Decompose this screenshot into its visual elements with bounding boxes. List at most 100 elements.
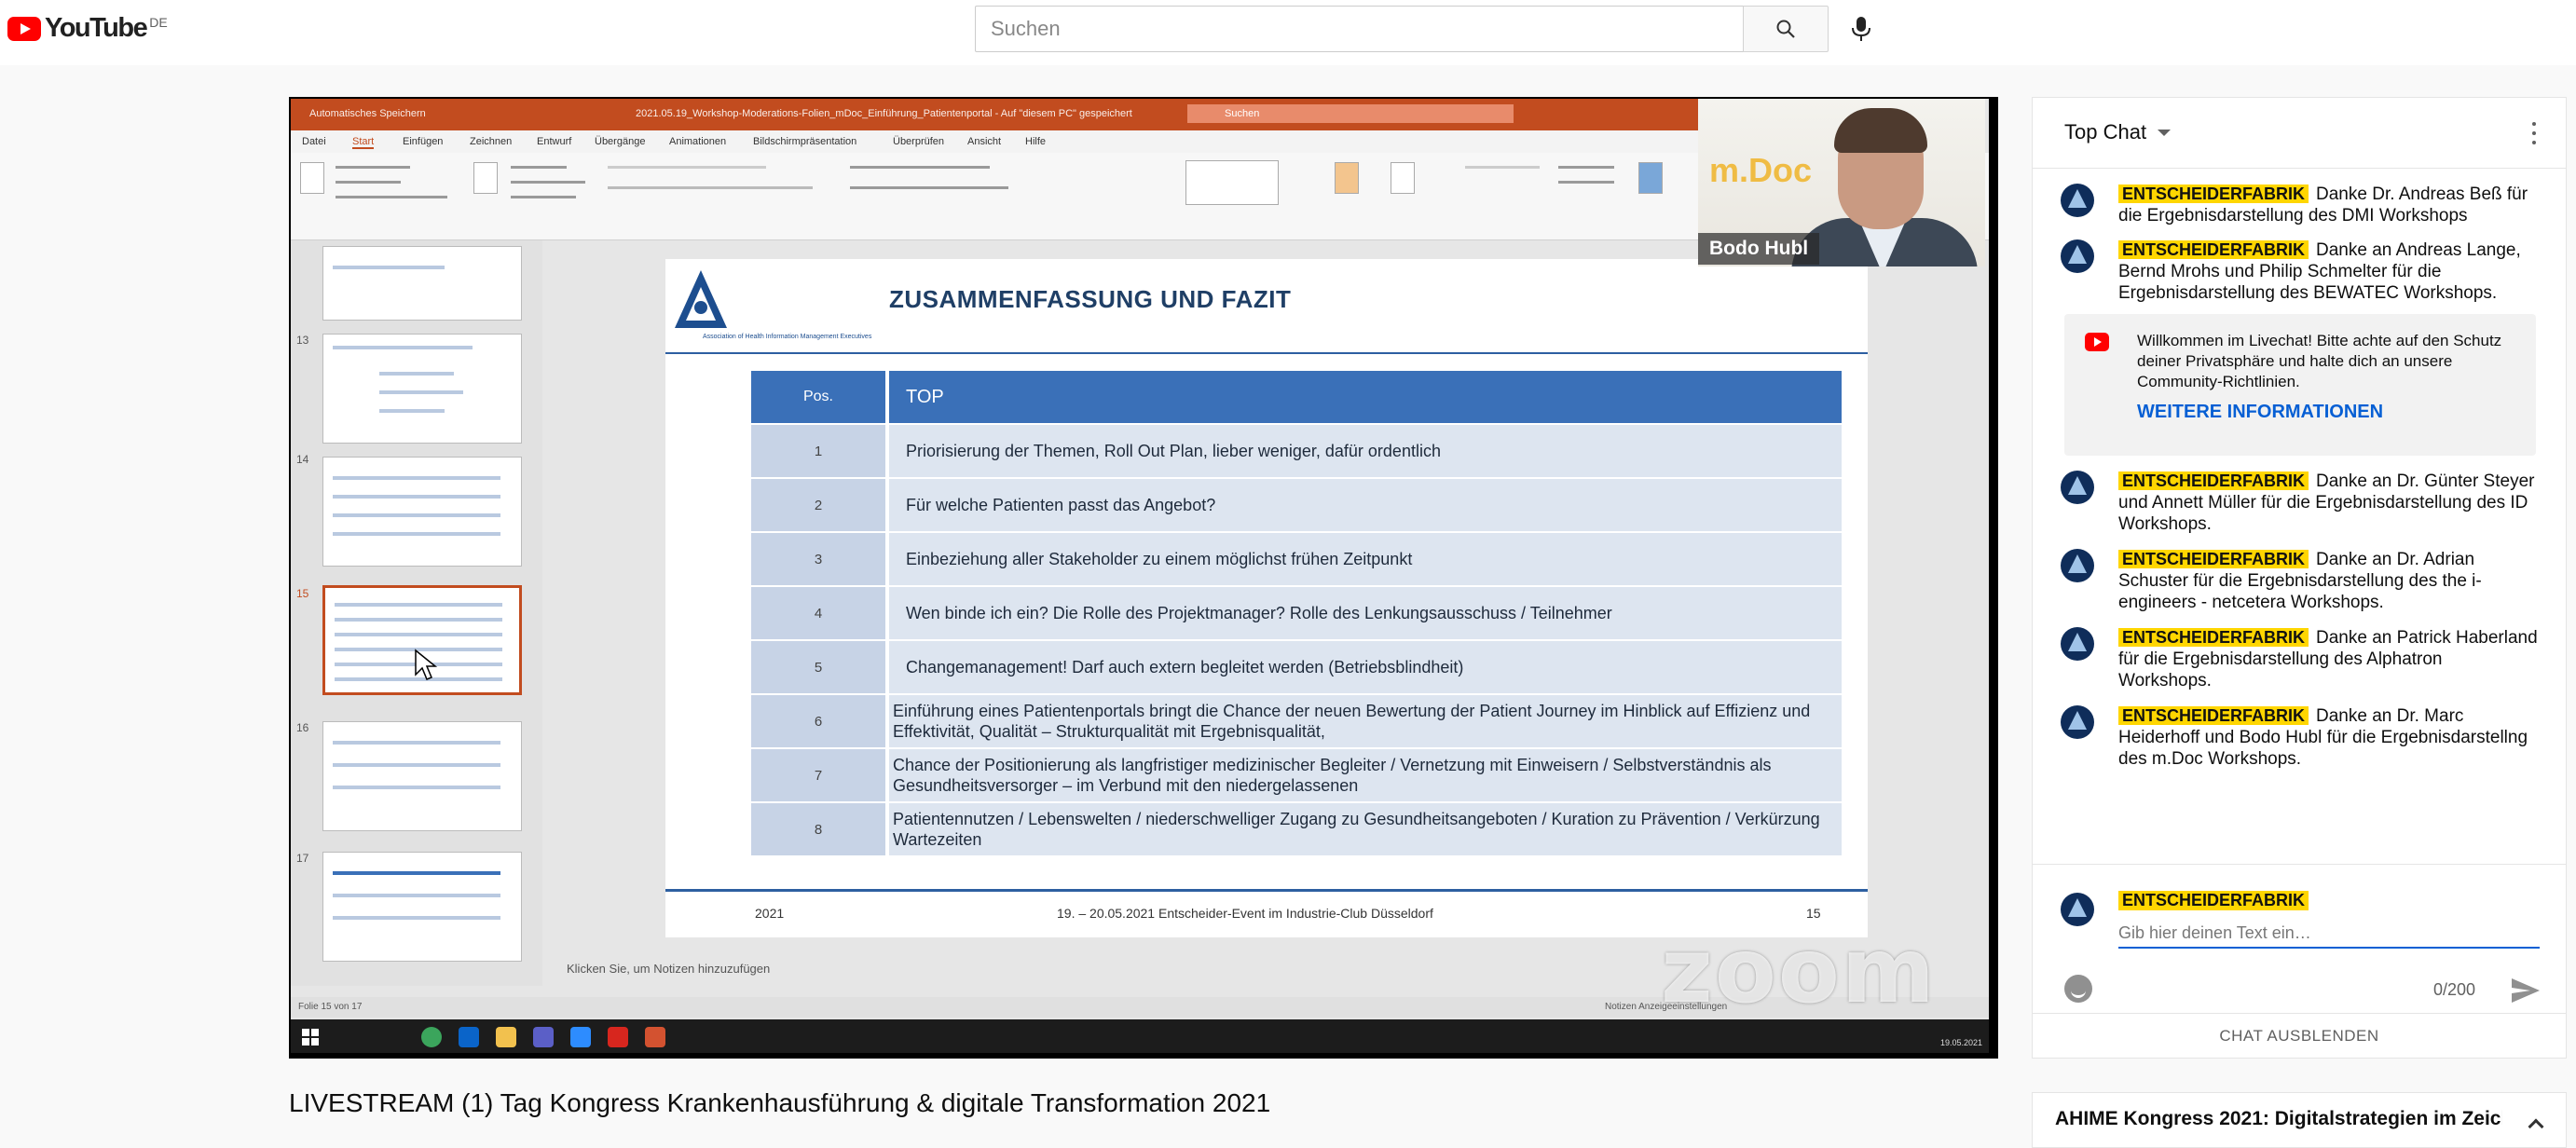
shapes-gallery-icon <box>1185 160 1279 205</box>
ribbon-line <box>608 186 813 189</box>
table-row: 5 Changemanagement! Darf auch extern beg… <box>751 639 1842 693</box>
more-options-icon[interactable] <box>2525 118 2543 148</box>
row-pos: 2 <box>751 479 889 531</box>
speaker-name: Bodo Hubl <box>1698 233 1820 265</box>
mouse-cursor-icon <box>415 649 438 680</box>
chevron-down-icon[interactable] <box>2158 130 2171 136</box>
slide-thumbnail[interactable] <box>322 457 522 567</box>
thumb-line <box>335 603 502 607</box>
ribbon-line <box>511 181 585 184</box>
avatar[interactable] <box>2061 471 2094 504</box>
row-text: Wen binde ich ein? Die Rolle des Projekt… <box>889 587 1842 639</box>
row-text: Patientennutzen / Lebenswelten / nieders… <box>889 803 1842 855</box>
thumb-line <box>333 532 500 536</box>
ppt-tab: Animationen <box>669 136 727 147</box>
ribbon-line <box>1558 181 1614 184</box>
chat-message-body: ENTSCHEIDERFABRIK Danke an Dr. Marc Heide… <box>2118 705 2540 770</box>
playlist-panel[interactable]: AHIME Kongress 2021: Digitalstrategien i… <box>2032 1092 2567 1148</box>
chat-author[interactable]: ENTSCHEIDERFABRIK <box>2118 184 2309 203</box>
ppt-tab: Datei <box>302 136 326 147</box>
thumb-line <box>333 513 500 517</box>
status-slide-count: Folie 15 von 17 <box>298 1002 363 1012</box>
chat-mode-selector[interactable]: Top Chat <box>2064 120 2146 144</box>
thumb-line <box>333 495 500 499</box>
avatar <box>2061 893 2094 926</box>
slide-thumbnail[interactable] <box>322 334 522 444</box>
thumb-line <box>379 372 454 376</box>
search-input[interactable] <box>976 7 1745 51</box>
ppt-tab: Ansicht <box>967 136 1002 147</box>
slide-thumbnails: 13 14 15 16 17 <box>291 240 542 986</box>
chat-author[interactable]: ENTSCHEIDERFABRIK <box>2118 550 2309 568</box>
new-slide-icon <box>473 162 498 194</box>
slide-thumbnail[interactable] <box>322 246 522 321</box>
microphone-icon <box>1852 17 1870 41</box>
thumb-line <box>333 476 500 480</box>
chevron-up-icon[interactable] <box>2528 1118 2544 1135</box>
slide-footer-divider <box>665 889 1868 892</box>
youtube-icon <box>2085 333 2109 351</box>
more-info-link[interactable]: WEITERE INFORMATIONEN <box>2137 402 2383 423</box>
chat-author[interactable]: ENTSCHEIDERFABRIK <box>2118 628 2309 647</box>
avatar[interactable] <box>2061 549 2094 582</box>
thumb-number: 16 <box>296 721 309 734</box>
thumb-line <box>333 894 500 897</box>
dictate-icon <box>1638 162 1663 194</box>
video-title: LIVESTREAM (1) Tag Kongress Krankenhausf… <box>289 1088 1271 1117</box>
ppt-titlebar: Automatisches Speichern 2021.05.19_Works… <box>291 99 1698 130</box>
thumb-line <box>333 741 500 745</box>
youtube-play-icon <box>7 16 41 41</box>
row-pos: 1 <box>751 425 889 477</box>
thumb-line <box>379 390 463 394</box>
column-header-pos: Pos. <box>751 371 889 423</box>
logo-text: YouTube <box>45 13 148 43</box>
slide-thumbnail[interactable] <box>322 721 522 831</box>
explorer-icon <box>496 1027 516 1047</box>
powerpoint-icon <box>645 1027 665 1047</box>
ppt-tab: Überprüfen <box>893 136 945 147</box>
thumb-line <box>379 409 445 413</box>
avatar[interactable] <box>2061 184 2094 217</box>
ribbon-line <box>336 181 401 184</box>
avatar[interactable] <box>2061 627 2094 661</box>
table-row: 7 Chance der Positionierung als langfris… <box>751 747 1842 801</box>
search-box <box>975 6 1745 52</box>
ribbon-line <box>336 196 447 198</box>
ribbon-line <box>850 166 990 169</box>
chat-author[interactable]: ENTSCHEIDERFABRIK <box>2118 706 2309 725</box>
avatar[interactable] <box>2061 705 2094 739</box>
chat-message-input[interactable] <box>2118 919 2540 949</box>
arrange-icon <box>1335 162 1359 194</box>
table-row: 6 Einführung eines Patientenportals brin… <box>751 693 1842 747</box>
chat-input-author: ENTSCHEIDERFABRIK <box>2118 891 2309 910</box>
ppt-tab: Übergänge <box>595 136 646 147</box>
avatar[interactable] <box>2061 239 2094 273</box>
hide-chat-button[interactable]: CHAT AUSBLENDEN <box>2033 1013 2566 1058</box>
slide-thumbnail[interactable] <box>322 852 522 962</box>
search-icon <box>1776 20 1795 38</box>
row-pos: 6 <box>751 695 889 747</box>
mdoc-logo: m.Doc <box>1709 151 1813 189</box>
thumb-number: 14 <box>296 453 309 466</box>
table-row: 3 Einbeziehung aller Stakeholder zu eine… <box>751 531 1842 585</box>
chat-author[interactable]: ENTSCHEIDERFABRIK <box>2118 240 2309 259</box>
ppt-search: Suchen <box>1187 104 1514 123</box>
ppt-filename: 2021.05.19_Workshop-Moderations-Folien_m… <box>636 108 1132 119</box>
youtube-logo[interactable]: YouTube DE <box>7 13 168 44</box>
table-header: Pos. TOP <box>751 371 1842 423</box>
video-player[interactable]: Automatisches Speichern 2021.05.19_Works… <box>289 97 1998 1059</box>
thumb-line <box>333 763 500 767</box>
chat-message-body: ENTSCHEIDERFABRIK Danke an Dr. Günter Ste… <box>2118 471 2540 535</box>
voice-search-button[interactable] <box>1842 9 1881 48</box>
quick-styles-icon <box>1391 162 1415 194</box>
slide-canvas: Association of Health Information Manage… <box>665 259 1868 937</box>
search-button[interactable] <box>1743 6 1829 52</box>
chat-author[interactable]: ENTSCHEIDERFABRIK <box>2118 472 2309 490</box>
send-icon[interactable] <box>2510 977 2542 1004</box>
fazit-table: Pos. TOP 1 Priorisierung der Themen, Rol… <box>751 371 1842 855</box>
masthead: YouTube DE <box>0 0 2576 65</box>
emoji-icon[interactable] <box>2064 975 2092 1003</box>
ppt-tab: Einfügen <box>403 136 444 147</box>
edge-icon <box>421 1027 442 1047</box>
live-chat: Top Chat ENTSCHEIDERFABRIK Danke Dr. Andr… <box>2032 97 2567 1059</box>
